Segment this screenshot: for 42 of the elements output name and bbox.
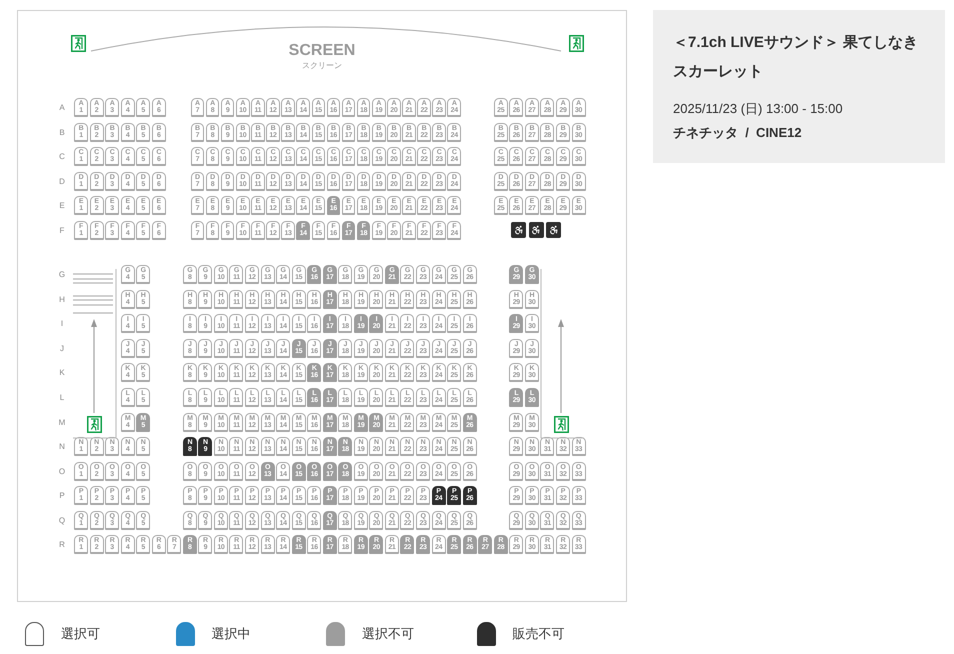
row-label: F [58, 226, 66, 235]
legend-label: 選択中 [212, 625, 250, 643]
screen-subtitle: スクリーン [302, 61, 342, 71]
legend-label: 選択可 [61, 625, 100, 643]
screen-title: SCREEN [288, 41, 356, 61]
event-venue: チネチッタ / CINE12 [673, 124, 803, 142]
row-label: K [58, 368, 66, 378]
row-label: P [58, 491, 66, 500]
row-label: O [58, 466, 66, 476]
row-label: E [58, 201, 66, 210]
exit-sign-icon [569, 35, 584, 52]
row-label: B [58, 128, 66, 137]
row-label: C [58, 152, 66, 162]
wheelchair-icon [514, 225, 524, 236]
wheelchair-seat[interactable] [511, 222, 526, 238]
row-label: A [58, 103, 66, 112]
seat-status-icon [176, 622, 194, 646]
wheelchair-icon [531, 225, 542, 236]
row-label: N [58, 442, 66, 452]
legend-label: 選択不可 [362, 625, 414, 643]
row-label: Q [58, 516, 66, 525]
row-label: G [58, 270, 66, 279]
seat-status-icon [326, 622, 345, 646]
wheelchair-icon [548, 225, 559, 236]
legend-label: 販売不可 [512, 625, 564, 643]
row-label: R [58, 540, 66, 550]
row-label: M [58, 418, 66, 427]
wheelchair-seat[interactable] [546, 222, 562, 238]
row-label: H [58, 294, 66, 304]
seat-status-icon [25, 622, 44, 646]
row-label: D [58, 176, 66, 186]
exit-sign-icon [87, 416, 102, 433]
event-title: ＜7.1ch LIVEサウンド＞ 果てしなきスカーレット [673, 33, 920, 82]
row-label: J [59, 344, 65, 353]
row-label: I [60, 319, 64, 328]
row-label: L [58, 392, 66, 402]
stairs-drawing [72, 274, 114, 314]
exit-sign-icon [71, 35, 86, 52]
event-datetime: 2025/11/23 (日) 13:00 - 15:00 [673, 100, 844, 118]
seat-status-icon [476, 622, 496, 646]
wheelchair-seat[interactable] [528, 222, 544, 238]
exit-sign-icon [554, 416, 569, 433]
